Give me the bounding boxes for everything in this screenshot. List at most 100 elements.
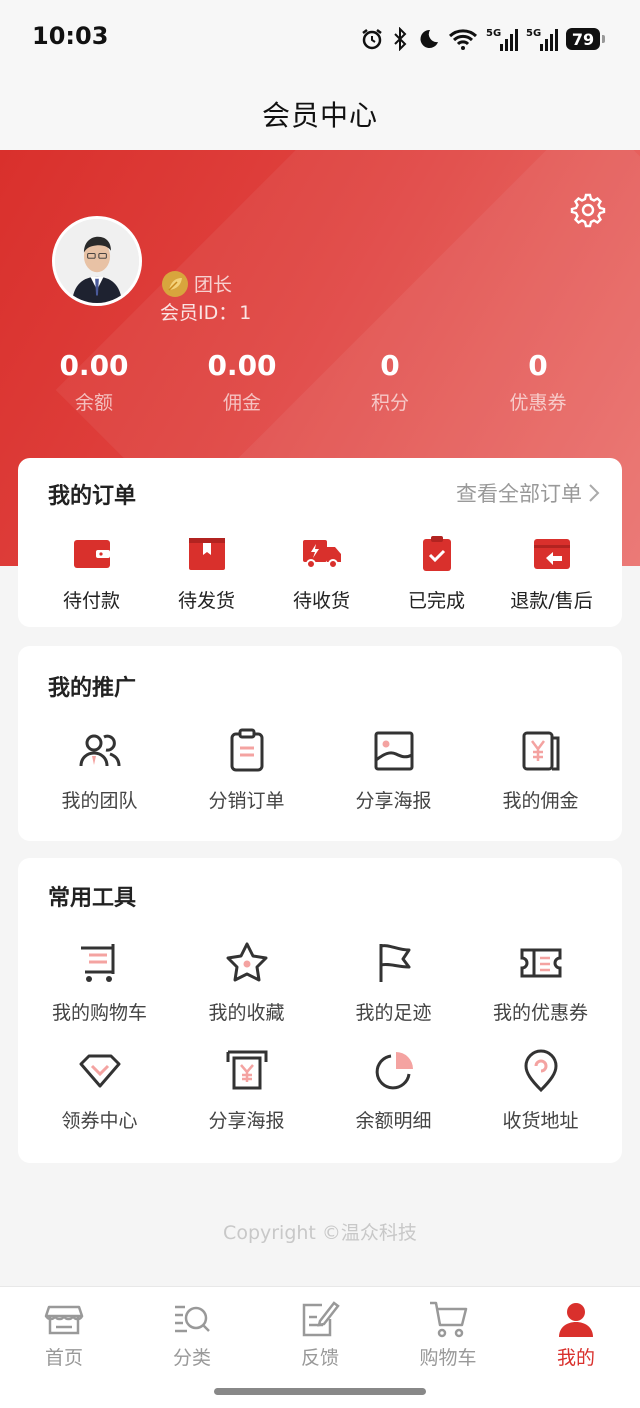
tool-my-cart[interactable]: 我的购物车 <box>26 940 173 1025</box>
order-pending-payment[interactable]: 待付款 <box>34 536 149 613</box>
stat-balance[interactable]: 0.00 余额 <box>20 348 168 415</box>
tab-mine[interactable]: 我的 <box>512 1287 640 1377</box>
status-time: 10:03 <box>32 22 109 50</box>
copyright: Copyright ©温众科技 <box>223 1222 417 1244</box>
tool-my-favorites[interactable]: 我的收藏 <box>173 940 320 1025</box>
order-item-label: 待收货 <box>292 590 350 612</box>
tools-grid-row-1: 我的购物车 我的收藏 我的足迹 我的优惠券 <box>18 940 622 1025</box>
stat-commission[interactable]: 0.00 佣金 <box>168 348 316 415</box>
pie-icon <box>375 1052 413 1090</box>
order-item-label: 已完成 <box>407 590 465 612</box>
grid-label: 分享海报 <box>208 1110 285 1132</box>
tool-shipping-address[interactable]: 收货地址 <box>467 1048 614 1133</box>
tab-label: 我的 <box>556 1347 595 1369</box>
stat-value: 0 <box>380 349 400 382</box>
ticket-icon <box>520 948 561 978</box>
wallet-icon <box>73 540 110 568</box>
promo-share-poster[interactable]: 分享海报 <box>320 728 467 813</box>
tab-category[interactable]: 分类 <box>128 1287 256 1377</box>
stat-label: 积分 <box>370 392 409 414</box>
grid-label: 我的优惠券 <box>492 1002 588 1024</box>
grid-label: 我的收藏 <box>208 1002 285 1024</box>
tab-cart[interactable]: 购物车 <box>384 1287 512 1377</box>
signal-5g-icon-2: 5G <box>526 28 558 51</box>
tool-my-coupons[interactable]: 我的优惠券 <box>467 940 614 1025</box>
stat-value: 0 <box>528 349 548 382</box>
grid-label: 余额明细 <box>355 1110 432 1132</box>
category-search-icon <box>175 1305 210 1333</box>
member-role: 团长 <box>194 274 233 296</box>
gear-icon[interactable] <box>570 192 606 228</box>
diamond-icon <box>79 1054 120 1088</box>
stat-label: 佣金 <box>222 392 261 414</box>
poster-icon <box>226 1050 267 1090</box>
tab-label: 首页 <box>44 1347 83 1369</box>
stat-coupons[interactable]: 0 优惠券 <box>464 348 612 415</box>
box-icon <box>188 538 225 570</box>
grid-label: 我的购物车 <box>51 1002 147 1024</box>
order-item-label: 待发货 <box>177 590 235 612</box>
role-row: 团长 <box>162 270 232 297</box>
leaf-badge-icon <box>162 270 188 297</box>
orders-card: 我的订单 查看全部订单 待付款 待发货 待收货 已完成 退款/售后 <box>18 458 622 627</box>
feedback-icon <box>302 1301 340 1337</box>
cart-icon <box>80 944 114 982</box>
location-icon <box>523 1049 558 1093</box>
member-id-label: 会员ID： <box>160 302 238 324</box>
promo-distribution-orders[interactable]: 分销订单 <box>173 728 320 813</box>
promotion-grid: 我的团队 分销订单 分享海报 我的佣金 <box>18 728 622 813</box>
stat-label: 余额 <box>74 392 113 414</box>
chevron-right-icon <box>589 484 600 502</box>
order-refund[interactable]: 退款/售后 <box>494 536 609 613</box>
grid-label: 分享海报 <box>355 790 432 812</box>
cart-icon <box>430 1301 468 1338</box>
grid-label: 我的足迹 <box>355 1002 432 1024</box>
clipboard-icon <box>230 728 263 772</box>
tool-my-footprints[interactable]: 我的足迹 <box>320 940 467 1025</box>
tab-label: 反馈 <box>300 1347 339 1369</box>
stat-points[interactable]: 0 积分 <box>316 348 464 415</box>
member-id-value: 1 <box>239 302 252 324</box>
image-icon <box>374 731 413 771</box>
grid-label: 我的团队 <box>61 790 138 812</box>
status-icons: 5G 5G 79 <box>360 24 605 54</box>
status-bar: 10:03 5G 5G 79 <box>0 0 640 78</box>
tab-feedback[interactable]: 反馈 <box>256 1287 384 1377</box>
tools-grid-row-2: 领券中心 分享海报 余额明细 收货地址 <box>18 1048 622 1133</box>
order-item-label: 退款/售后 <box>510 590 593 612</box>
tools-title: 常用工具 <box>48 886 137 911</box>
view-all-label: 查看全部订单 <box>456 482 582 506</box>
yen-icon <box>522 731 559 771</box>
grid-label: 领券中心 <box>61 1110 138 1132</box>
nav-bar: 会员中心 <box>0 78 640 150</box>
promo-my-team[interactable]: 我的团队 <box>26 728 173 813</box>
order-status-list: 待付款 待发货 待收货 已完成 退款/售后 <box>18 536 622 613</box>
tool-coupon-center[interactable]: 领券中心 <box>26 1048 173 1133</box>
store-icon <box>44 1305 84 1335</box>
avatar[interactable] <box>52 216 142 306</box>
flag-icon <box>379 944 410 982</box>
svg-text:5G: 5G <box>486 28 501 39</box>
promo-my-commission[interactable]: 我的佣金 <box>467 728 614 813</box>
tab-home[interactable]: 首页 <box>0 1287 128 1377</box>
tab-label: 购物车 <box>419 1347 477 1369</box>
tool-balance-details[interactable]: 余额明细 <box>320 1048 467 1133</box>
star-icon <box>226 942 267 982</box>
wifi-icon <box>448 29 478 50</box>
battery-indicator: 79 <box>566 28 605 50</box>
account-stats: 0.00 余额 0.00 佣金 0 积分 0 优惠券 <box>0 348 640 415</box>
alarm-icon <box>362 29 382 50</box>
order-pending-shipment[interactable]: 待发货 <box>149 536 264 613</box>
order-pending-receipt[interactable]: 待收货 <box>264 536 379 613</box>
home-indicator <box>214 1388 426 1395</box>
promotion-title: 我的推广 <box>48 676 137 701</box>
view-all-orders-link[interactable]: 查看全部订单 <box>456 478 600 508</box>
signal-5g-icon: 5G <box>486 28 518 51</box>
page-title: 会员中心 <box>261 99 378 132</box>
order-completed[interactable]: 已完成 <box>379 536 494 613</box>
stat-label: 优惠券 <box>509 392 567 414</box>
tool-share-poster[interactable]: 分享海报 <box>173 1048 320 1133</box>
orders-title: 我的订单 <box>48 484 137 509</box>
avatar-photo <box>55 219 139 303</box>
tools-card: 常用工具 我的购物车 我的收藏 我的足迹 我的优惠券 领券中心 分享海报 余额明… <box>18 858 622 1163</box>
